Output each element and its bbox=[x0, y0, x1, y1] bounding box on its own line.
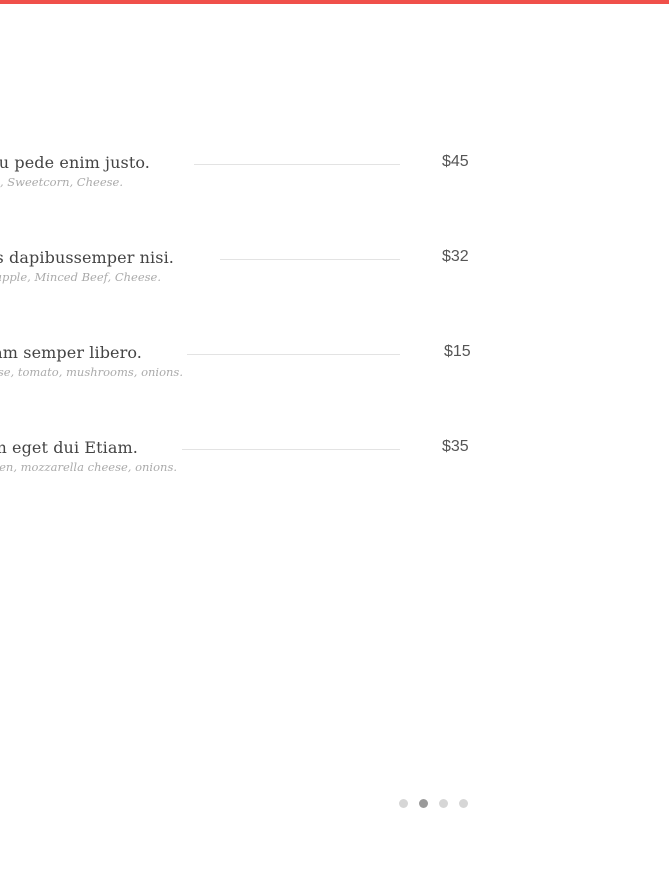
menu-item: m eget dui Etiam. cken, mozzarella chees… bbox=[0, 438, 480, 478]
menu-item-price: $32 bbox=[442, 248, 469, 265]
menu-item-name: am semper libero. bbox=[0, 343, 142, 362]
menu-item: as dapibussemper nisi. eapple, Minced Be… bbox=[0, 248, 480, 288]
carousel-pagination bbox=[399, 799, 468, 808]
menu-item-divider bbox=[182, 449, 400, 450]
menu-list: cu pede enim justo. a, Sweetcorn, Cheese… bbox=[0, 0, 669, 895]
menu-item-name: cu pede enim justo. bbox=[0, 153, 150, 172]
menu-item-divider bbox=[194, 164, 400, 165]
menu-item-description: ese, tomato, mushrooms, onions. bbox=[0, 365, 183, 379]
menu-item-description: eapple, Minced Beef, Cheese. bbox=[0, 270, 161, 284]
pagination-dot[interactable] bbox=[399, 799, 408, 808]
menu-item: cu pede enim justo. a, Sweetcorn, Cheese… bbox=[0, 153, 480, 193]
menu-item: am semper libero. ese, tomato, mushrooms… bbox=[0, 343, 480, 383]
menu-item-divider bbox=[220, 259, 400, 260]
menu-item-divider bbox=[187, 354, 400, 355]
pagination-dot[interactable] bbox=[439, 799, 448, 808]
menu-item-price: $45 bbox=[442, 153, 469, 170]
menu-item-description: a, Sweetcorn, Cheese. bbox=[0, 175, 123, 189]
menu-item-price: $15 bbox=[444, 343, 471, 360]
menu-item-price: $35 bbox=[442, 438, 469, 455]
pagination-dot[interactable] bbox=[459, 799, 468, 808]
menu-item-name: as dapibussemper nisi. bbox=[0, 248, 174, 267]
menu-item-name: m eget dui Etiam. bbox=[0, 438, 138, 457]
menu-item-description: cken, mozzarella cheese, onions. bbox=[0, 460, 177, 474]
pagination-dot[interactable] bbox=[419, 799, 428, 808]
